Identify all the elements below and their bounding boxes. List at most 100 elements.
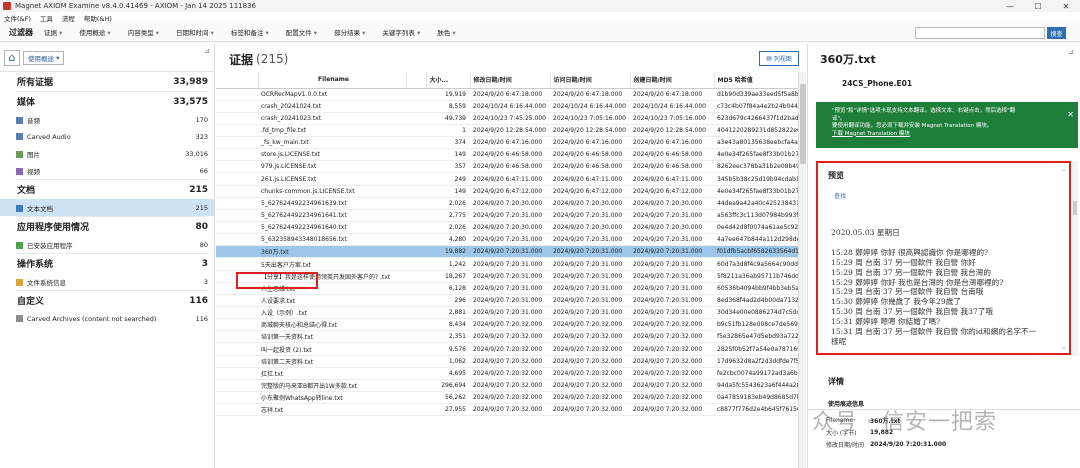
column-header-created[interactable]: 创建日期/时间 (630, 72, 715, 89)
collapse-icon[interactable]: ⌃ (1061, 168, 1067, 176)
nav-item-carved-audio[interactable]: Carved Audio 323 (0, 128, 214, 145)
table-cell: 2024/9/20 7:20:31.000 (470, 282, 550, 295)
pin-icon[interactable]: ⊿ (1068, 48, 1074, 56)
view-select[interactable]: 使用概途 ▾ (23, 50, 65, 65)
category-media[interactable]: 媒体 33,575 (0, 92, 214, 111)
minimize-button[interactable]: — (996, 0, 1024, 12)
close-button[interactable]: ✕ (1052, 0, 1080, 12)
nav-item-text-documents[interactable]: 文本文档 215 (0, 199, 214, 216)
table-row[interactable]: _fs_kw_main.txt 374 2024/9/20 6:47:16.000 2… (216, 136, 798, 150)
table-row[interactable]: OCRRecMapV1.0.0.txt 19,919 2024/9/20 6:47:… (216, 88, 798, 101)
home-button[interactable]: ⌂ (4, 49, 20, 66)
filter-label: 过滤器 (9, 27, 33, 37)
table-row[interactable]: 360万.txt 19,882 2024/9/20 7:20:31.000 2024/… (216, 245, 798, 259)
table-cell: 2024/9/20 7:20:31.000 (550, 306, 630, 320)
category-documents[interactable]: 文档 215 (0, 180, 214, 199)
menu-process[interactable]: 流程 (62, 13, 75, 23)
menu-file[interactable]: 文件(&F) (4, 13, 31, 23)
filter-artifacts[interactable]: 使用概途 (79, 27, 110, 37)
find-link[interactable]: 查找 (834, 191, 846, 200)
table-cell: a3e43a80135638eebcfa4a0fdce9 (714, 136, 798, 150)
filter-date-time[interactable]: 日期和时间 (176, 27, 214, 37)
table-cell: 人设要求.txt (258, 294, 406, 308)
table-row[interactable]: 培训第一天资料.txt 2,351 2024/9/20 7:20:32.000 202… (216, 330, 798, 344)
table-row[interactable]: 入设（示例）.txt 2,881 2024/9/20 7:20:31.000 2024… (216, 306, 798, 320)
column-header-filename[interactable]: Filename (258, 72, 407, 89)
table-cell: .fd_tmp_file.txt (258, 124, 406, 138)
table-row[interactable]: crash_20241023.txt 49,739 2024/10/23 7:45:… (216, 112, 798, 125)
column-header-md5[interactable]: MD5 哈希值 (714, 72, 798, 89)
table-cell: 2024/10/23 7:05:16.000 (550, 112, 630, 125)
table-cell: crash_20241024.txt (258, 100, 406, 113)
menu-tools[interactable]: 工具 (40, 13, 53, 23)
filter-profiles[interactable]: 配置文件 (286, 27, 317, 37)
close-icon[interactable]: ✕ (1067, 111, 1074, 119)
scrollbar-thumb[interactable] (800, 84, 806, 164)
table-row[interactable]: store.js.LICENSE.txt 149 2024/9/20 6:46:58… (216, 148, 798, 162)
table-row[interactable]: 志祥.txt 27,955 2024/9/20 7:20:32.000 2024/9/… (216, 403, 798, 417)
filter-evidence[interactable]: 证据 (44, 27, 62, 37)
table-row[interactable]: .fd_tmp_file.txt 1 2024/9/20 12:28:54.000 2… (216, 124, 798, 138)
table-cell: 1,242 (426, 257, 470, 271)
category-operating-system[interactable]: 操作系统 3 (0, 254, 214, 273)
column-header-menu[interactable] (406, 72, 427, 89)
column-header-size[interactable]: 大小... (426, 72, 471, 89)
category-custom[interactable]: 自定义 116 (0, 291, 214, 310)
table-row[interactable]: 培训第二天资料.txt 1,062 2024/9/20 7:20:32.000 202… (216, 355, 798, 368)
scrollbar-thumb[interactable] (1073, 201, 1077, 215)
column-header-select[interactable] (216, 72, 259, 89)
table-row[interactable]: 5_627624492234961639.txt 2,026 2024/9/20 7… (216, 197, 798, 210)
table-cell: 360万.txt (258, 245, 406, 259)
table-row[interactable]: 5_627624492234961640.txt 2,026 2024/9/20 7… (216, 221, 798, 235)
table-cell: 2024/10/23 7:05:16.000 (630, 112, 714, 125)
search-button[interactable]: 搜查 (1047, 27, 1066, 39)
filter-skin-tone[interactable]: 肤色 (437, 27, 455, 37)
table-scrollbar[interactable] (798, 72, 806, 468)
table-row[interactable]: 扛扛.txt 4,695 2024/9/20 7:20:32.000 2024/9/2… (216, 367, 798, 380)
table-row[interactable]: 979.js.LICENSE.txt 357 2024/9/20 6:46:58.0… (216, 160, 798, 174)
table-cell (406, 88, 426, 101)
table-row[interactable]: 小东聚例WhatsApp转line.txt 56,262 2024/9/20 7:2… (216, 391, 798, 405)
row-select-cell (216, 209, 258, 223)
nav-item-audio[interactable]: 音频 170 (0, 111, 214, 128)
navigation-panel: ⌂ 使用概途 ▾ ⊿ 所有证据 33,989 媒体 33,575 音频 170 Car… (0, 44, 215, 468)
nav-item-images[interactable]: 图片 33,016 (0, 145, 214, 162)
table-row[interactable]: 商城聊天核心和总结心得.txt 8,434 2024/9/20 7:20:32.00… (216, 318, 798, 332)
category-application-usage[interactable]: 应用程序使用情况 80 (0, 217, 214, 236)
table-cell: c73c4b07f84a4e2b24b044361a9 (714, 100, 798, 113)
table-cell: 18,267 (426, 270, 470, 283)
table-cell: f01dfb5acbf6582633564d185c2 (714, 245, 798, 259)
nav-item-carved-archives[interactable]: Carved Archives (content not searched) 11… (0, 310, 214, 327)
nav-item-installed-apps[interactable]: 已安装应用程序 80 (0, 236, 214, 253)
nav-item-video[interactable]: 视频 66 (0, 162, 214, 179)
filter-keyword-lists[interactable]: 关键字列表 (382, 27, 420, 37)
table-cell: 2024/9/20 7:20:31.000 (630, 209, 714, 223)
table-row[interactable]: 5_632358943348018656.txt 4,280 2024/9/20 7… (216, 233, 798, 247)
scroll-down-icon[interactable]: ⌄ (1061, 343, 1067, 351)
column-header-accessed[interactable]: 访问日期/时间 (550, 72, 631, 89)
menu-help[interactable]: 帮助(&H) (84, 13, 112, 23)
download-translation-link[interactable]: 下载 Magnet Translation 模块 (832, 131, 910, 137)
table-cell (406, 136, 426, 150)
table-row[interactable]: 5_627624492234961641.txt 2,775 2024/9/20 7… (216, 209, 798, 223)
nav-item-filesystem-info[interactable]: 文件系统信息 3 (0, 273, 214, 290)
filter-tags-comments[interactable]: 标签和备注 (231, 27, 269, 37)
maximize-button[interactable]: ☐ (1024, 0, 1052, 12)
list-view-button[interactable]: ▤ 列视图 (759, 51, 799, 66)
detail-scrollbar[interactable] (1072, 161, 1078, 356)
filter-content-type[interactable]: 内容类型 (128, 27, 159, 37)
table-row[interactable]: 完整版的马来亚B都开出1W多款.txt 296,694 2024/9/20 7:20… (216, 379, 798, 393)
column-header-modified[interactable]: 修改日期/时间 (470, 72, 551, 89)
table-row[interactable]: chunks-common.js.LICENSE.txt 149 2024/9/20… (216, 185, 798, 198)
pin-icon[interactable]: ⊿ (204, 47, 210, 55)
table-row[interactable]: 叫一起投资 (2).txt 9,576 2024/9/20 7:20:32.000 2… (216, 342, 798, 356)
table-row[interactable]: 人设要求.txt 296 2024/9/20 7:20:31.000 2024/9/2… (216, 294, 798, 308)
category-all-evidence[interactable]: 所有证据 33,989 (0, 72, 214, 91)
table-row[interactable]: 261.js.LICENSE.txt 249 2024/9/20 6:47:11.0… (216, 172, 798, 186)
table-cell: 2024/9/20 6:47:18.000 (630, 88, 714, 101)
table-row[interactable]: 5天出客户方案.txt 1,242 2024/9/20 7:20:31.000 202… (216, 257, 798, 271)
filter-partial-results[interactable]: 部分结果 (334, 27, 365, 37)
search-input[interactable] (915, 27, 1045, 39)
table-cell: 2024/9/20 7:20:32.000 (550, 318, 630, 332)
table-row[interactable]: crash_20241024.txt 8,559 2024/10/24 6:16:4… (216, 100, 798, 113)
